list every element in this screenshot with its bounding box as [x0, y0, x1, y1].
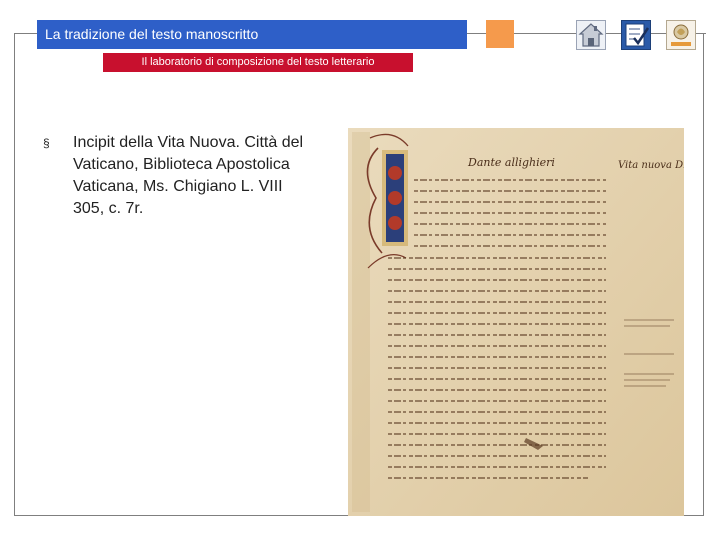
logo-icon [666, 20, 696, 50]
manuscript-header-text: Dante allighieri [467, 156, 555, 169]
home-button[interactable] [576, 20, 606, 50]
checklist-icon [621, 20, 651, 50]
home-icon [576, 20, 606, 50]
orange-accent-box [486, 20, 514, 48]
bullet-item: § Incipit della Vita Nuova. Città del Va… [43, 132, 313, 220]
manuscript-image: Dante allighieri Vita nuova D. [348, 128, 684, 516]
bullet-text: Incipit della Vita Nuova. Città del Vati… [73, 134, 304, 217]
slide-subtitle: Il laboratorio di composizione del testo… [103, 53, 413, 72]
checklist-button[interactable] [621, 20, 651, 50]
manuscript-page: Dante allighieri Vita nuova D. [348, 128, 684, 516]
manuscript-margin-title: Vita nuova D. [618, 160, 684, 171]
logo-button[interactable] [666, 20, 696, 50]
bullet-marker: § [43, 136, 50, 150]
slide-title: La tradizione del testo manoscritto [37, 20, 467, 49]
